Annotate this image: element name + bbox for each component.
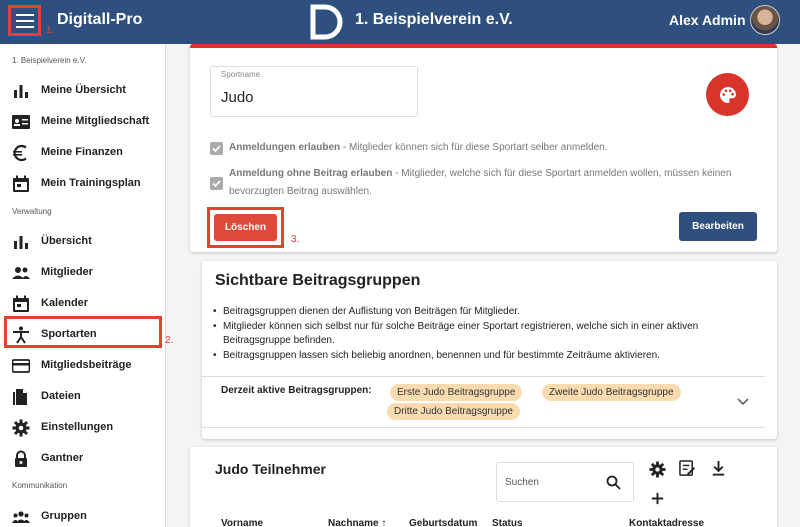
sidebar-item-meine-mitgliedschaft[interactable]: Meine Mitgliedschaft: [0, 107, 166, 137]
sidebar-item-label: Mitglieder: [41, 266, 93, 278]
column-header-kontaktadresse[interactable]: Kontaktadresse: [629, 518, 704, 527]
sidebar-item-meine-uebersicht[interactable]: Meine Übersicht: [0, 76, 166, 106]
sidebar-item-label: Einstellungen: [41, 421, 114, 433]
annotation-3: 3.: [291, 234, 300, 245]
euro-icon: [13, 144, 27, 162]
sidebar-item-mitglieder[interactable]: Mitglieder: [0, 258, 166, 288]
search-input[interactable]: Suchen: [496, 462, 634, 502]
user-name[interactable]: Alex Admin: [669, 12, 746, 28]
palette-icon: [719, 86, 736, 103]
fee-groups-title: Sichtbare Beitragsgruppen: [215, 272, 421, 289]
sidebar-item-uebersicht[interactable]: Übersicht: [0, 227, 166, 257]
sidebar-item-meine-finanzen[interactable]: Meine Finanzen: [0, 138, 166, 168]
annotation-1: 1.: [46, 25, 55, 36]
sidebar-section-kommunikation: Kommunikation: [12, 481, 68, 490]
check-icon: [212, 145, 221, 153]
sidebar-item-einstellungen[interactable]: Einstellungen: [0, 413, 166, 443]
sportname-label: Sportname: [221, 70, 261, 79]
gear-icon[interactable]: [649, 461, 666, 478]
allow-without-fee-title: Anmeldung ohne Beitrag erlauben: [229, 168, 393, 179]
sidebar-item-label: Mein Trainingsplan: [41, 177, 141, 189]
annotation-2: 2.: [165, 335, 174, 346]
bar-chart-icon: [14, 85, 28, 98]
sidebar-item-label: Dateien: [41, 390, 81, 402]
download-icon[interactable]: [710, 460, 727, 477]
active-groups-label: Derzeit aktive Beitragsgruppen:: [221, 385, 372, 396]
groups-icon: [12, 511, 30, 523]
delete-button[interactable]: Löschen: [214, 214, 277, 241]
fee-groups-info-list: Beitragsgruppen dienen der Auflistung vo…: [213, 305, 768, 363]
column-header-nachname[interactable]: Nachname ↑: [328, 518, 386, 527]
sidebar-item-mitgliedsbeitraege[interactable]: Mitgliedsbeiträge: [0, 351, 166, 381]
column-header-vorname[interactable]: Vorname: [221, 518, 263, 527]
edit-list-icon[interactable]: [679, 460, 696, 477]
allow-without-fee-checkbox[interactable]: [210, 177, 223, 190]
check-icon: [212, 180, 221, 188]
hamburger-icon: [15, 13, 34, 28]
delete-highlight-box: Löschen: [207, 207, 284, 248]
search-placeholder: Suchen: [505, 477, 539, 488]
add-icon[interactable]: [649, 490, 666, 507]
sidebar-item-label: Meine Übersicht: [41, 84, 126, 96]
participants-title: Judo Teilnehmer: [215, 461, 326, 477]
avatar[interactable]: [750, 5, 780, 35]
people-icon: [12, 267, 30, 279]
sidebar-item-dateien[interactable]: Dateien: [0, 382, 166, 412]
sportname-field[interactable]: Sportname Judo: [210, 66, 418, 117]
club-logo-icon: [310, 4, 343, 40]
sidebar-section-verwaltung: Verwaltung: [12, 207, 52, 216]
list-item: Beitragsgruppen lassen sich beliebig ano…: [213, 349, 768, 364]
calendar-icon: [13, 295, 29, 312]
file-icon: [13, 389, 27, 405]
column-header-geburtsdatum[interactable]: Geburtsdatum: [409, 518, 493, 527]
sidebar-item-kalender[interactable]: Kalender: [0, 289, 166, 319]
fee-groups-card: Sichtbare Beitragsgruppen Beitragsgruppe…: [202, 261, 777, 439]
allow-registration-text: Anmeldungen erlauben - Mitglieder können…: [229, 139, 769, 157]
sidebar-item-label: Übersicht: [41, 235, 92, 247]
gear-icon: [12, 419, 30, 437]
chevron-down-icon[interactable]: [737, 398, 749, 406]
sportname-value[interactable]: Judo: [221, 89, 254, 106]
allow-registration-checkbox[interactable]: [210, 142, 223, 155]
sidebar-item-label: Mitgliedsbeiträge: [41, 359, 132, 371]
sidebar-item-label: Meine Finanzen: [41, 146, 123, 158]
lock-icon: [15, 450, 27, 467]
id-card-icon: [12, 115, 30, 129]
calendar-icon: [13, 175, 29, 192]
sidebar-item-label: Gruppen: [41, 510, 87, 522]
list-item: Mitglieder können sich selbst nur für so…: [213, 320, 768, 349]
allow-registration-desc: - Mitglieder können sich für diese Sport…: [340, 142, 608, 153]
sidebar-item-label: Meine Mitgliedschaft: [41, 115, 150, 127]
column-header-status[interactable]: Status: [492, 518, 523, 527]
fee-group-chip[interactable]: Zweite Judo Beitragsgruppe: [542, 384, 681, 401]
app-title: Digitall-Pro: [57, 11, 143, 28]
sport-details-card: Sportname Judo Anmeldungen erlauben - Mi…: [190, 44, 777, 252]
club-name: 1. Beispielverein e.V.: [355, 11, 513, 28]
sidebar-item-gantner[interactable]: Gantner: [0, 444, 166, 474]
color-palette-button[interactable]: [706, 73, 749, 116]
divider: [202, 376, 765, 377]
fee-group-chip[interactable]: Dritte Judo Beitragsgruppe: [387, 403, 520, 420]
top-app-bar: Digitall-Pro 1. Beispielverein e.V. Alex…: [0, 0, 800, 44]
menu-button[interactable]: [8, 5, 41, 36]
sidebar-item-gruppen[interactable]: Gruppen: [0, 502, 166, 527]
sidebar: 1. Beispielverein e.V. Meine Übersicht M…: [0, 44, 166, 527]
allow-registration-title: Anmeldungen erlauben: [229, 142, 341, 153]
edit-button[interactable]: Bearbeiten: [679, 212, 757, 241]
sidebar-section-club: 1. Beispielverein e.V.: [12, 56, 87, 65]
sidebar-item-mein-trainingsplan[interactable]: Mein Trainingsplan: [0, 169, 166, 199]
allow-without-fee-text: Anmeldung ohne Beitrag erlauben - Mitgli…: [229, 165, 769, 201]
sidebar-item-label: Kalender: [41, 297, 89, 309]
credit-card-icon: [12, 359, 30, 373]
list-item: Beitragsgruppen dienen der Auflistung vo…: [213, 305, 768, 320]
sportarten-highlight-box: [4, 316, 162, 348]
divider: [202, 427, 765, 428]
search-icon[interactable]: [606, 475, 621, 490]
fee-group-chip[interactable]: Erste Judo Beitragsgruppe: [390, 384, 523, 401]
participants-card: Judo Teilnehmer Suchen Vorname Nachname …: [190, 447, 777, 527]
bar-chart-icon: [14, 236, 28, 249]
sidebar-item-label: Gantner: [41, 452, 84, 464]
